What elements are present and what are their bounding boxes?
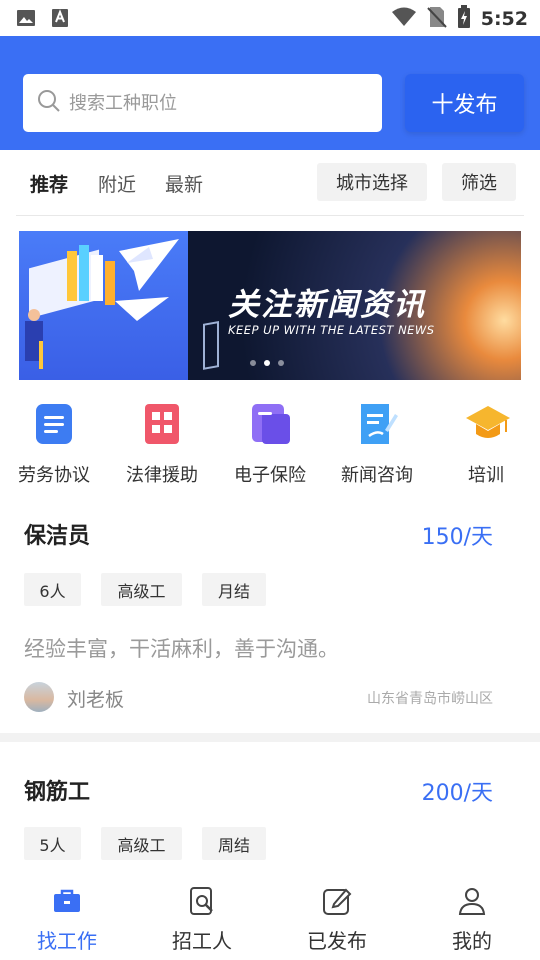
job-wage: 150/天 bbox=[421, 525, 493, 550]
banner-subtitle: KEEP UP WITH THE LATEST NEWS bbox=[228, 323, 435, 337]
image-notification-icon bbox=[16, 8, 36, 32]
quick-link-label: 法律援助 bbox=[126, 465, 198, 486]
no-sim-icon bbox=[427, 6, 447, 32]
tab-recommend[interactable]: 推荐 bbox=[30, 170, 68, 197]
battery-icon bbox=[457, 5, 471, 33]
job-wage: 200/天 bbox=[421, 781, 493, 806]
job-location: 山东省青岛市崂山区 bbox=[367, 691, 493, 707]
quick-link-labor-agreement[interactable]: 劳务协议 bbox=[4, 402, 104, 487]
graduation-cap-icon bbox=[464, 402, 510, 446]
folder-icon bbox=[248, 402, 292, 446]
job-owner: 刘老板 bbox=[67, 689, 125, 711]
divider bbox=[16, 215, 524, 216]
carousel-dot[interactable] bbox=[278, 360, 284, 366]
text-notification-icon bbox=[50, 8, 70, 32]
quick-link-training[interactable]: 培训 bbox=[436, 402, 536, 487]
tab-latest[interactable]: 最新 bbox=[165, 170, 203, 197]
nav-mine[interactable]: 我的 bbox=[422, 886, 522, 954]
bottom-nav: 找工作 招工人 已发布 我的 bbox=[0, 874, 540, 960]
banner-illustration bbox=[19, 231, 188, 380]
nav-label: 我的 bbox=[452, 929, 492, 953]
user-icon bbox=[457, 886, 487, 916]
news-edit-icon bbox=[355, 402, 399, 446]
nav-label: 招工人 bbox=[172, 929, 232, 953]
quick-link-news[interactable]: 新闻咨询 bbox=[327, 402, 427, 487]
publish-button[interactable]: 十发布 bbox=[405, 74, 524, 132]
quick-link-label: 劳务协议 bbox=[18, 465, 90, 486]
carousel-dot-active[interactable] bbox=[264, 360, 270, 366]
tab-bar: 推荐 附近 最新 城市选择 筛选 bbox=[0, 150, 540, 216]
quick-link-legal-aid[interactable]: 法律援助 bbox=[112, 402, 212, 487]
nav-label: 找工作 bbox=[37, 929, 97, 953]
quick-link-label: 新闻咨询 bbox=[341, 465, 413, 486]
search-icon bbox=[37, 89, 61, 117]
job-title: 保洁员 bbox=[24, 524, 91, 549]
nav-find-job[interactable]: 找工作 bbox=[17, 886, 117, 954]
banner-title: 关注新闻资讯 bbox=[228, 287, 426, 323]
search-input[interactable] bbox=[69, 92, 349, 114]
job-tag-level: 高级工 bbox=[101, 827, 182, 860]
city-select-button[interactable]: 城市选择 bbox=[317, 163, 427, 201]
banner-news-slide: 关注新闻资讯 KEEP UP WITH THE LATEST NEWS bbox=[188, 231, 521, 380]
job-tag-headcount: 6人 bbox=[24, 573, 81, 606]
job-tag-level: 高级工 bbox=[101, 573, 182, 606]
job-title: 钢筋工 bbox=[24, 780, 91, 805]
quick-link-label: 电子保险 bbox=[234, 465, 306, 486]
filter-button[interactable]: 筛选 bbox=[442, 163, 516, 201]
carousel-dot[interactable] bbox=[250, 360, 256, 366]
tab-nearby[interactable]: 附近 bbox=[98, 170, 136, 197]
quick-link-label: 培训 bbox=[468, 465, 504, 486]
job-tag-payment: 月结 bbox=[202, 573, 266, 606]
status-bar: 5:52 bbox=[0, 0, 540, 36]
briefcase-icon bbox=[52, 886, 82, 916]
carousel-dots bbox=[250, 360, 284, 366]
document-icon bbox=[32, 402, 76, 446]
wifi-icon bbox=[391, 7, 417, 31]
quick-link-e-insurance[interactable]: 电子保险 bbox=[220, 402, 320, 487]
header: 十发布 bbox=[0, 36, 540, 150]
avatar bbox=[24, 682, 54, 712]
job-tag-payment: 周结 bbox=[202, 827, 266, 860]
status-time: 5:52 bbox=[480, 8, 528, 30]
job-tag-headcount: 5人 bbox=[24, 827, 81, 860]
search-resume-icon bbox=[187, 886, 217, 916]
edit-icon bbox=[322, 886, 352, 916]
nav-published[interactable]: 已发布 bbox=[287, 886, 387, 954]
nav-recruit[interactable]: 招工人 bbox=[152, 886, 252, 954]
building-icon bbox=[140, 402, 184, 446]
banner-carousel[interactable]: 关注新闻资讯 KEEP UP WITH THE LATEST NEWS bbox=[19, 231, 521, 380]
nav-label: 已发布 bbox=[307, 929, 367, 953]
search-box[interactable] bbox=[23, 74, 382, 132]
section-separator bbox=[0, 733, 540, 742]
job-description: 经验丰富，干活麻利，善于沟通。 bbox=[24, 637, 339, 661]
